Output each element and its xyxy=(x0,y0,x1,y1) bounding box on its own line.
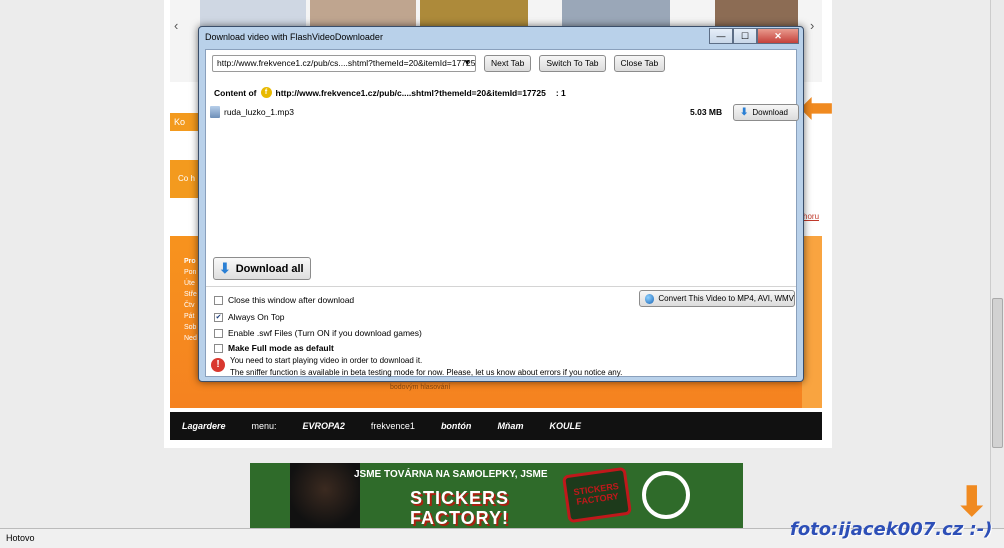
window-controls: — ☐ ✕ xyxy=(709,28,799,44)
program-day-link[interactable]: Pro xyxy=(184,256,197,267)
page-scrollbar[interactable] xyxy=(990,0,1004,528)
switch-to-tab-button[interactable]: Switch To Tab xyxy=(539,55,606,72)
program-day-link[interactable]: Stře xyxy=(184,289,197,300)
download-all-button[interactable]: ⬇ Download all xyxy=(213,257,311,280)
gallery-next-arrow[interactable]: › xyxy=(810,18,814,33)
file-name: ruda_luzko_1.mp3 xyxy=(224,107,294,117)
close-tab-button[interactable]: Close Tab xyxy=(613,55,666,72)
beta-notice: The sniffer function is available in bet… xyxy=(230,368,623,377)
download-arrow-icon: ⬇ xyxy=(219,260,231,276)
banner-wheel-graphic xyxy=(642,471,690,519)
dialog-toolbar: http://www.frekvence1.cz/pub/cs....shtml… xyxy=(212,55,666,72)
full-mode-checkbox[interactable] xyxy=(214,343,223,353)
orange-panel-edge xyxy=(802,236,822,408)
content-of-url: http://www.frekvence1.cz/pub/c....shtml?… xyxy=(275,87,546,98)
background-caption: bodovým hlasování xyxy=(390,384,451,391)
brand-evropa2[interactable]: EVROPA2 xyxy=(303,421,345,431)
program-day-link[interactable]: Úte xyxy=(184,278,197,289)
option-always-on-top[interactable]: ✔ Always On Top xyxy=(214,312,285,322)
program-day-link[interactable]: Čtv xyxy=(184,300,197,311)
banner-illustration xyxy=(290,463,360,529)
option-enable-swf[interactable]: Enable .swf Files (Turn ON if you downlo… xyxy=(214,328,422,338)
download-arrow-icon: ⬇ xyxy=(740,107,749,118)
always-on-top-checkbox[interactable]: ✔ xyxy=(214,312,223,322)
next-tab-button[interactable]: Next Tab xyxy=(484,55,532,72)
enable-swf-checkbox[interactable] xyxy=(214,328,223,338)
tab-url-value: http://www.frekvence1.cz/pub/cs....shtml… xyxy=(217,58,476,68)
footer-brand-strip: Lagardere menu: EVROPA2 frekvence1 bontó… xyxy=(170,412,822,440)
orange-box: Co h xyxy=(170,160,200,198)
program-day-link[interactable]: Pon xyxy=(184,267,197,278)
option-label: Make Full mode as default xyxy=(228,343,334,353)
dialog-body: http://www.frekvence1.cz/pub/cs....shtml… xyxy=(205,49,799,377)
file-row: ruda_luzko_1.mp3 5.03 MB ⬇ Download xyxy=(210,104,799,122)
section-header-label: Ko xyxy=(174,117,186,127)
orange-arrow-icon: ⬇ xyxy=(955,480,989,524)
banner-tagline: JSME TOVÁRNA NA SAMOLEPKY, JSME xyxy=(354,469,548,480)
brand-koule[interactable]: KOULE xyxy=(549,421,581,431)
brand-menu-label: menu: xyxy=(251,421,277,431)
gallery-prev-arrow[interactable]: ‹ xyxy=(174,18,178,33)
brand-frekvence1[interactable]: frekvence1 xyxy=(371,421,415,431)
flash-video-downloader-dialog: Download video with FlashVideoDownloader… xyxy=(198,26,804,382)
banner-sticker-logo: STICKERS FACTORY xyxy=(561,466,633,524)
minimize-button[interactable]: — xyxy=(709,28,733,44)
content-of-line: Content of f http://www.frekvence1.cz/pu… xyxy=(214,87,566,98)
option-label: Close this window after download xyxy=(228,295,355,305)
banner-headline-2: FACTORY! xyxy=(410,508,510,528)
stickers-factory-banner[interactable]: JSME TOVÁRNA NA SAMOLEPKY, JSME STICKERS… xyxy=(250,463,743,529)
warning-message: You need to start playing video in order… xyxy=(230,356,423,365)
orange-box-label: Co h xyxy=(178,174,195,183)
option-close-after-download[interactable]: Close this window after download xyxy=(214,295,354,305)
content-count: : 1 xyxy=(555,87,566,98)
chevron-down-icon: ▼ xyxy=(463,58,471,67)
content-of-label: Content of xyxy=(214,87,257,98)
convert-icon xyxy=(645,293,655,304)
option-label: Enable .swf Files (Turn ON if you downlo… xyxy=(228,328,422,338)
program-day-link[interactable]: Pát xyxy=(184,311,197,322)
convert-button-label: Convert This Video to MP4, AVI, WMV xyxy=(658,294,794,303)
close-after-download-checkbox[interactable] xyxy=(214,295,223,305)
option-full-mode-default[interactable]: Make Full mode as default xyxy=(214,343,334,353)
orange-arrow-icon: ⬅ xyxy=(800,86,834,130)
brand-mnam[interactable]: Mňam xyxy=(497,421,523,431)
close-window-button[interactable]: ✕ xyxy=(757,28,799,44)
download-button[interactable]: ⬇ Download xyxy=(733,104,799,121)
tab-url-select[interactable]: http://www.frekvence1.cz/pub/cs....shtml… xyxy=(212,55,476,72)
program-day-link[interactable]: Sob xyxy=(184,322,197,333)
brand-lagardere[interactable]: Lagardere xyxy=(182,421,226,431)
program-day-links: Pro Pon Úte Stře Čtv Pát Sob Ned xyxy=(184,256,197,344)
status-text: Hotovo xyxy=(6,533,35,543)
warning-icon: ! xyxy=(211,358,225,372)
convert-video-button[interactable]: Convert This Video to MP4, AVI, WMV xyxy=(639,290,795,307)
link-nahoru[interactable]: horu xyxy=(803,212,819,221)
fvd-icon: f xyxy=(260,87,272,98)
file-size: 5.03 MB xyxy=(690,107,723,117)
option-label: Always On Top xyxy=(228,312,285,322)
audio-file-icon xyxy=(210,106,220,118)
download-button-label: Download xyxy=(752,108,788,117)
banner-headline-1: STICKERS xyxy=(410,488,510,508)
brand-bonton[interactable]: bontón xyxy=(441,421,472,431)
scrollbar-thumb[interactable] xyxy=(992,298,1003,448)
options-divider xyxy=(206,286,796,287)
dialog-title: Download video with FlashVideoDownloader xyxy=(205,32,383,42)
download-all-label: Download all xyxy=(235,262,304,275)
maximize-button[interactable]: ☐ xyxy=(733,28,757,44)
program-day-link[interactable]: Ned xyxy=(184,333,197,344)
orange-section-header: Ko xyxy=(170,113,200,131)
